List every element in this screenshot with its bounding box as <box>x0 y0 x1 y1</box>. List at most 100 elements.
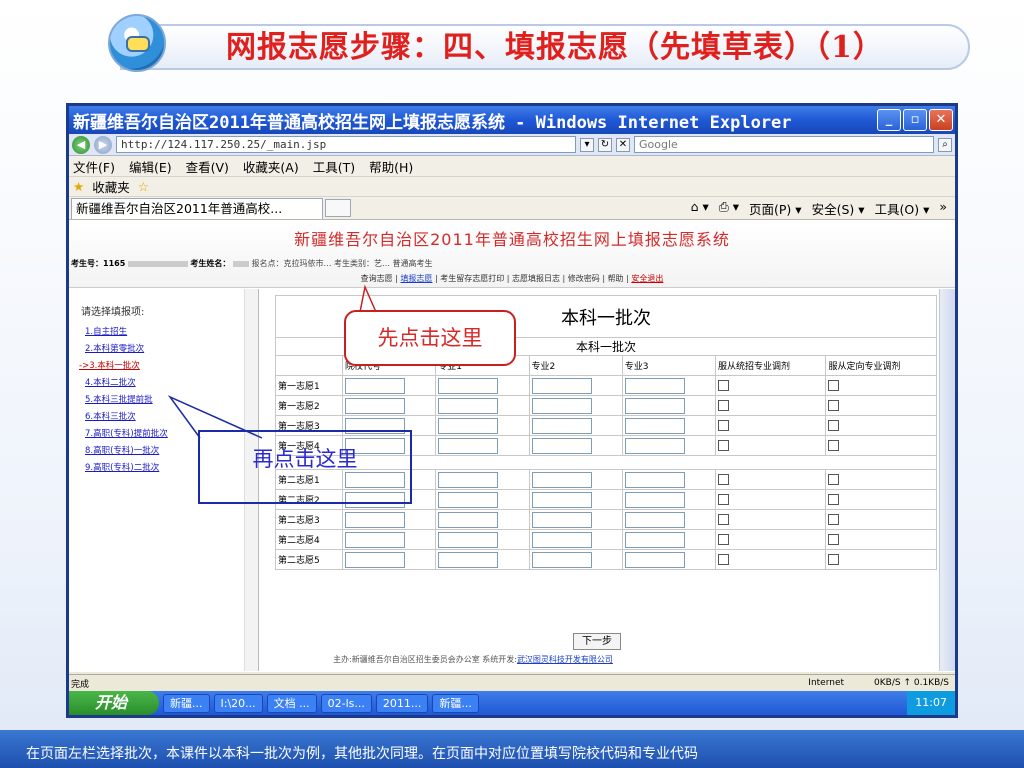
nav-help[interactable]: 帮助 <box>608 274 624 283</box>
obey-general-checkbox[interactable] <box>717 534 729 545</box>
start-button[interactable]: 开始 <box>69 691 159 715</box>
school-code-input[interactable] <box>345 377 406 394</box>
tools-menu[interactable]: 工具(O) ▾ <box>875 199 930 218</box>
major-code-input[interactable] <box>531 437 592 454</box>
nav-fill[interactable]: 填报志愿 <box>400 274 432 283</box>
obey-directed-checkbox[interactable] <box>828 400 840 411</box>
obey-directed-checkbox[interactable] <box>828 474 840 485</box>
major-code-input[interactable] <box>624 551 685 568</box>
menu-file[interactable]: 文件(F) <box>73 157 115 176</box>
major-code-input[interactable] <box>438 551 499 568</box>
favorites-star-icon[interactable]: ★ <box>73 179 84 194</box>
menu-view[interactable]: 查看(V) <box>186 157 229 176</box>
obey-general-checkbox[interactable] <box>717 514 729 525</box>
new-tab-button[interactable] <box>325 199 351 217</box>
major-code-input[interactable] <box>531 471 592 488</box>
back-icon[interactable]: ◀ <box>72 135 90 154</box>
obey-general-checkbox[interactable] <box>717 440 729 451</box>
batch-link-active[interactable]: ->3.本科一批次 <box>79 358 258 375</box>
major-code-input[interactable] <box>438 491 499 508</box>
obey-directed-checkbox[interactable] <box>828 534 840 545</box>
nav-logout[interactable]: 安全退出 <box>631 274 663 283</box>
obey-general-checkbox[interactable] <box>717 420 729 431</box>
footer-company-link[interactable]: 武汉图灵科技开发有限公司 <box>517 655 613 664</box>
school-code-input[interactable] <box>345 511 406 528</box>
batch-link[interactable]: 5.本科三批提前批 <box>85 392 258 409</box>
major-code-input[interactable] <box>624 531 685 548</box>
obey-general-checkbox[interactable] <box>717 380 729 391</box>
nav-password[interactable]: 修改密码 <box>568 274 600 283</box>
major-code-input[interactable] <box>624 471 685 488</box>
forward-icon[interactable]: ▶ <box>94 135 112 154</box>
major-code-input[interactable] <box>624 511 685 528</box>
close-button[interactable]: ✕ <box>929 109 953 131</box>
major-code-input[interactable] <box>438 437 499 454</box>
menu-help[interactable]: 帮助(H) <box>369 157 413 176</box>
browser-tab[interactable]: 新疆维吾尔自治区2011年普通高校... <box>71 197 323 219</box>
major-code-input[interactable] <box>438 377 499 394</box>
obey-directed-checkbox[interactable] <box>828 420 840 431</box>
print-icon[interactable]: ⎙ ▾ <box>719 199 739 218</box>
system-tray-clock[interactable]: 11:07 <box>907 691 955 715</box>
stop-icon[interactable]: ✕ <box>616 137 630 152</box>
address-bar[interactable]: http://124.117.250.25/_main.jsp <box>116 136 576 153</box>
major-code-input[interactable] <box>438 397 499 414</box>
maximize-button[interactable]: ▫ <box>903 109 927 131</box>
major-code-input[interactable] <box>531 491 592 508</box>
major-code-input[interactable] <box>531 397 592 414</box>
major-code-input[interactable] <box>438 511 499 528</box>
next-step-button[interactable]: 下一步 <box>573 633 621 650</box>
more-icon[interactable]: » <box>939 199 947 218</box>
obey-general-checkbox[interactable] <box>717 400 729 411</box>
taskbar-item[interactable]: 新疆... <box>163 693 210 713</box>
obey-directed-checkbox[interactable] <box>828 494 840 505</box>
batch-link[interactable]: 1.自主招生 <box>85 324 258 341</box>
batch-link[interactable]: 2.本科第零批次 <box>85 341 258 358</box>
school-code-input[interactable] <box>345 531 406 548</box>
menu-edit[interactable]: 编辑(E) <box>129 157 172 176</box>
taskbar-item[interactable]: 新疆... <box>432 693 479 713</box>
major-code-input[interactable] <box>438 417 499 434</box>
obey-general-checkbox[interactable] <box>717 494 729 505</box>
major-code-input[interactable] <box>438 531 499 548</box>
major-code-input[interactable] <box>624 377 685 394</box>
refresh-icon[interactable]: ↻ <box>598 137 612 152</box>
nav-print[interactable]: 考生留存志愿打印 <box>440 274 504 283</box>
batch-link[interactable]: 6.本科三批次 <box>85 409 258 426</box>
search-icon[interactable]: ⌕ <box>938 137 952 152</box>
major-code-input[interactable] <box>624 397 685 414</box>
menu-favorites[interactable]: 收藏夹(A) <box>243 157 299 176</box>
obey-general-checkbox[interactable] <box>717 554 729 565</box>
search-input[interactable]: Google <box>634 136 934 153</box>
nav-query[interactable]: 查询志愿 <box>361 274 393 283</box>
minimize-button[interactable]: _ <box>877 109 901 131</box>
safety-menu[interactable]: 安全(S) ▾ <box>812 199 865 218</box>
major-code-input[interactable] <box>531 417 592 434</box>
school-code-input[interactable] <box>345 551 406 568</box>
major-code-input[interactable] <box>438 471 499 488</box>
taskbar-item[interactable]: 2011... <box>375 693 429 713</box>
major-code-input[interactable] <box>531 377 592 394</box>
obey-directed-checkbox[interactable] <box>828 514 840 525</box>
obey-directed-checkbox[interactable] <box>828 554 840 565</box>
dropdown-icon[interactable]: ▾ <box>580 137 594 152</box>
school-code-input[interactable] <box>345 397 406 414</box>
favorites-label[interactable]: 收藏夹 <box>92 177 130 196</box>
taskbar-item[interactable]: 02-ls... <box>320 693 372 713</box>
right-scrollbar[interactable] <box>939 289 955 671</box>
major-code-input[interactable] <box>624 491 685 508</box>
add-favorite-icon[interactable]: ☆ <box>138 179 149 194</box>
major-code-input[interactable] <box>624 437 685 454</box>
home-icon[interactable]: ⌂ ▾ <box>691 199 709 218</box>
obey-general-checkbox[interactable] <box>717 474 729 485</box>
nav-log[interactable]: 志愿填报日志 <box>512 274 560 283</box>
taskbar-item[interactable]: 文档 ... <box>266 693 317 713</box>
batch-link[interactable]: 4.本科二批次 <box>85 375 258 392</box>
page-menu[interactable]: 页面(P) ▾ <box>749 199 802 218</box>
taskbar-item[interactable]: I:\20... <box>213 693 263 713</box>
obey-directed-checkbox[interactable] <box>828 440 840 451</box>
major-code-input[interactable] <box>531 511 592 528</box>
obey-directed-checkbox[interactable] <box>828 380 840 391</box>
major-code-input[interactable] <box>624 417 685 434</box>
major-code-input[interactable] <box>531 531 592 548</box>
